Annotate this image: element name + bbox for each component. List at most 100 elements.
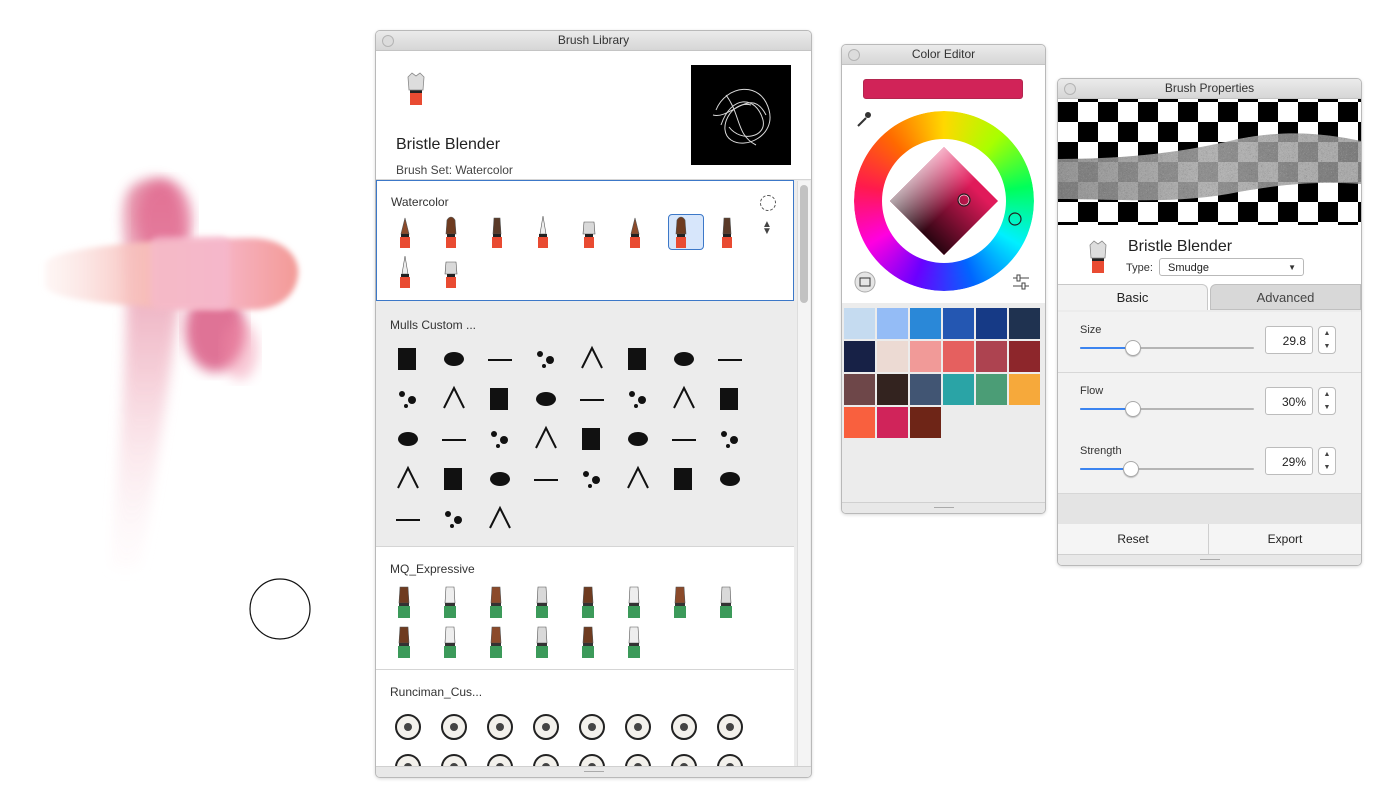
brush-thumbnail-icon[interactable] (480, 623, 526, 663)
color-swatch[interactable] (844, 308, 875, 339)
close-button[interactable] (1064, 83, 1076, 95)
brush-thumbnail-icon[interactable] (480, 708, 526, 748)
brush-thumbnail-icon[interactable] (434, 340, 480, 380)
size-stepper[interactable]: ▲ ▼ (1318, 326, 1336, 354)
brush-thumbnail-icon[interactable] (481, 214, 527, 254)
brush-thumbnail-icon[interactable] (664, 460, 710, 500)
size-slider[interactable] (1080, 340, 1254, 356)
color-swatch[interactable] (976, 308, 1007, 339)
brush-thumbnail-icon[interactable] (572, 623, 618, 663)
brush-thumbnail-icon[interactable] (572, 340, 618, 380)
tab-basic[interactable]: Basic (1058, 284, 1208, 310)
flow-slider[interactable] (1080, 401, 1254, 417)
brush-thumbnail-icon[interactable] (572, 708, 618, 748)
brush-thumbnail-icon[interactable] (526, 420, 572, 460)
brush-thumbnail-icon[interactable] (572, 460, 618, 500)
brush-thumbnail-icon[interactable] (618, 420, 664, 460)
brush-thumbnail-icon[interactable] (526, 380, 572, 420)
color-sliders-icon[interactable] (1012, 274, 1030, 290)
brush-thumbnail-icon[interactable] (388, 420, 434, 460)
canvas-paint-strokes[interactable] (0, 0, 360, 811)
brush-thumbnail-icon[interactable] (572, 380, 618, 420)
brush-library-scrollbar[interactable] (797, 181, 810, 769)
strength-slider[interactable] (1080, 461, 1254, 477)
resize-grip[interactable] (1058, 554, 1361, 565)
brush-thumbnail-icon[interactable] (618, 708, 664, 748)
brush-thumbnail-icon[interactable] (664, 420, 710, 460)
color-swatch[interactable] (844, 407, 875, 438)
scroll-thumb[interactable] (800, 185, 808, 303)
color-editor-titlebar[interactable]: Color Editor (842, 45, 1045, 65)
color-swatch[interactable] (877, 308, 908, 339)
brush-thumbnail-icon[interactable] (710, 583, 756, 623)
brush-thumbnail-icon[interactable] (480, 420, 526, 460)
strength-stepper[interactable]: ▲ ▼ (1318, 447, 1336, 475)
brush-thumbnail-icon[interactable] (435, 254, 481, 294)
close-button[interactable] (382, 35, 394, 47)
brush-thumbnail-icon[interactable] (573, 214, 619, 254)
brush-thumbnail-icon[interactable] (435, 214, 481, 254)
flow-input[interactable]: 30% (1265, 387, 1313, 415)
brush-thumbnail-icon[interactable] (434, 420, 480, 460)
brush-thumbnail-icon[interactable] (619, 214, 665, 254)
size-input[interactable]: 29.8 (1265, 326, 1313, 354)
color-swatch[interactable] (844, 341, 875, 372)
tab-advanced[interactable]: Advanced (1210, 284, 1361, 310)
brush-thumbnail-icon[interactable] (388, 340, 434, 380)
brush-thumbnail-icon[interactable] (480, 340, 526, 380)
brush-properties-titlebar[interactable]: Brush Properties (1058, 79, 1361, 99)
resize-grip[interactable] (842, 502, 1045, 513)
brush-thumbnail-icon[interactable] (710, 420, 756, 460)
brush-thumbnail-icon[interactable] (526, 340, 572, 380)
brush-thumbnail-icon[interactable] (434, 380, 480, 420)
strength-slider-knob[interactable] (1123, 461, 1140, 477)
brush-thumbnail-icon[interactable] (480, 583, 526, 623)
brush-thumbnail-icon[interactable] (664, 340, 710, 380)
brush-thumbnail-icon[interactable] (389, 254, 435, 294)
export-button[interactable]: Export (1209, 524, 1361, 554)
brush-thumbnail-icon[interactable] (710, 380, 756, 420)
brush-thumbnail-icon[interactable] (526, 460, 572, 500)
brush-thumbnail-icon[interactable] (434, 583, 480, 623)
brush-thumbnail-icon[interactable] (710, 340, 756, 380)
flow-stepper[interactable]: ▲ ▼ (1318, 387, 1336, 415)
strength-input[interactable]: 29% (1265, 447, 1313, 475)
brush-library-titlebar[interactable]: Brush Library (376, 31, 811, 51)
brush-thumbnail-icon[interactable] (711, 214, 757, 254)
section-mulls-custom[interactable]: Mulls Custom ... (376, 302, 794, 547)
brush-thumbnail-icon[interactable] (480, 500, 526, 540)
color-swatch[interactable] (943, 374, 974, 405)
color-swatch[interactable] (943, 341, 974, 372)
brush-thumbnail-icon[interactable] (434, 460, 480, 500)
brush-thumbnail-icon[interactable] (572, 420, 618, 460)
type-select[interactable]: Smudge ▼ (1159, 258, 1304, 276)
brush-thumbnail-icon[interactable] (618, 380, 664, 420)
brush-thumbnail-icon[interactable] (480, 460, 526, 500)
sort-arrows-icon[interactable]: ▲ ▼ (762, 220, 772, 237)
flow-slider-knob[interactable] (1125, 401, 1142, 417)
color-swatch[interactable] (976, 341, 1007, 372)
brush-thumbnail-icon[interactable] (664, 583, 710, 623)
color-swatch[interactable] (910, 407, 941, 438)
brush-thumbnail-icon[interactable] (480, 380, 526, 420)
brush-thumbnail-icon[interactable] (389, 214, 435, 254)
section-mq-expressive[interactable]: MQ_Expressive (376, 547, 794, 670)
brush-thumbnail-icon[interactable] (388, 500, 434, 540)
brush-thumbnail-icon[interactable] (388, 460, 434, 500)
brush-thumbnail-icon[interactable] (434, 500, 480, 540)
color-swatch[interactable] (877, 407, 908, 438)
brush-thumbnail-icon[interactable] (710, 708, 756, 748)
resize-grip[interactable] (376, 766, 811, 777)
brush-thumbnail-icon[interactable] (388, 708, 434, 748)
color-swatch[interactable] (1009, 308, 1040, 339)
reset-button[interactable]: Reset (1058, 524, 1209, 554)
close-button[interactable] (848, 49, 860, 61)
color-swatch[interactable] (910, 374, 941, 405)
brush-thumbnail-icon[interactable] (434, 623, 480, 663)
brush-thumbnail-icon[interactable] (618, 460, 664, 500)
brush-thumbnail-icon[interactable] (388, 623, 434, 663)
color-swatch[interactable] (1009, 341, 1040, 372)
color-swatch[interactable] (976, 374, 1007, 405)
color-swatch[interactable] (910, 341, 941, 372)
section-watercolor[interactable]: Watercolor ▲ ▼ (376, 180, 794, 301)
